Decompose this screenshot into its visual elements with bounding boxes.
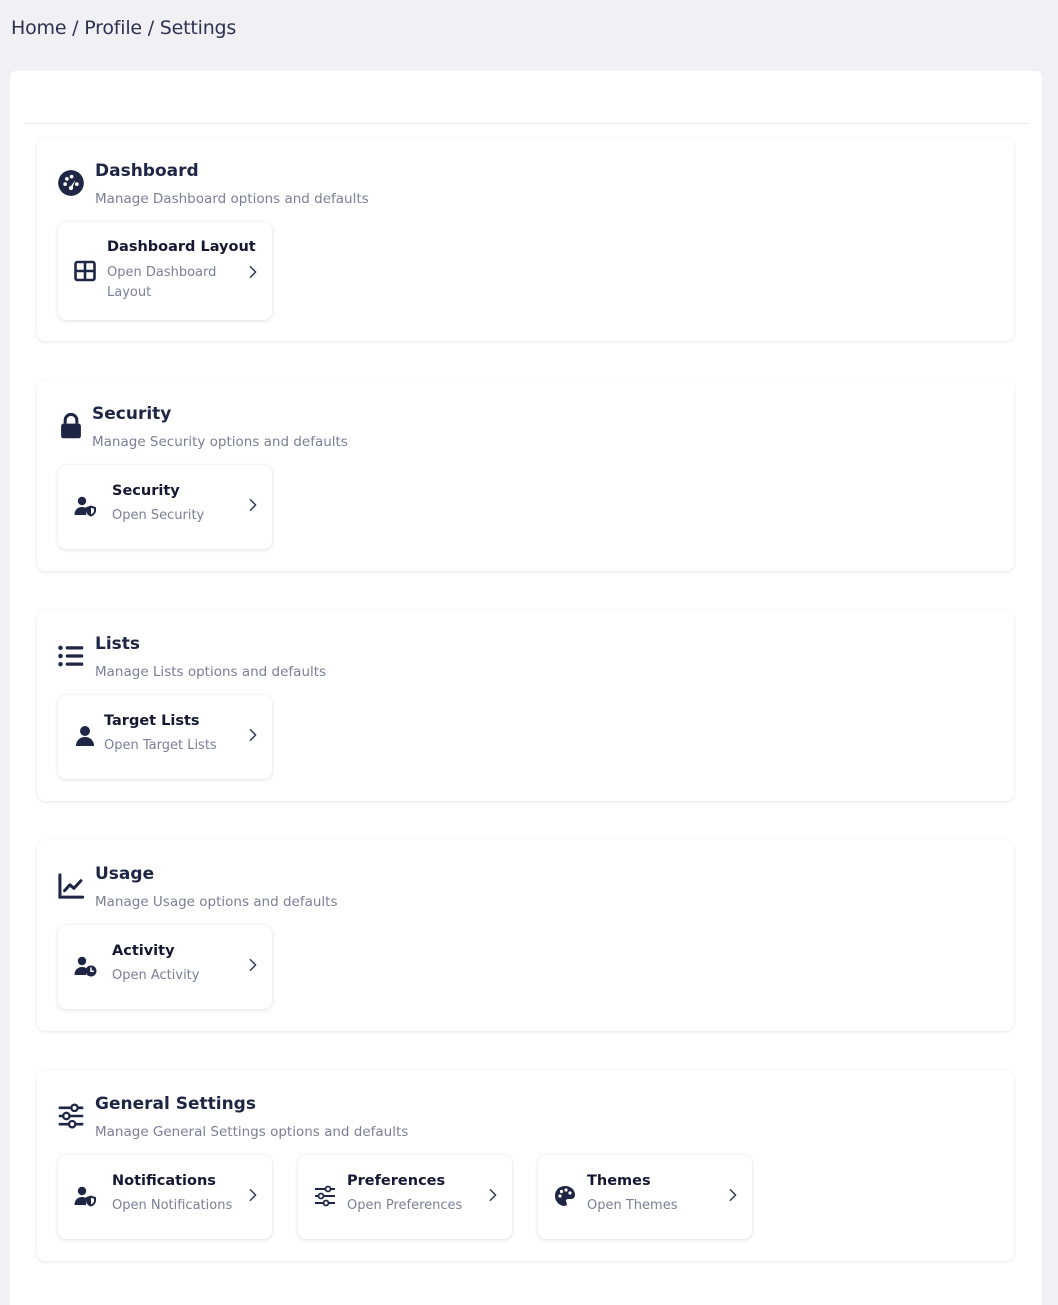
lock-icon bbox=[57, 412, 85, 440]
card-title: Themes bbox=[587, 1173, 651, 1189]
breadcrumb-separator: / bbox=[72, 17, 79, 39]
chevron-right-icon bbox=[246, 727, 260, 742]
section-title: Usage bbox=[95, 864, 155, 884]
card-subtitle: Open Preferences bbox=[347, 1198, 463, 1213]
section-title: Lists bbox=[95, 634, 141, 654]
card-subtitle: Open Themes bbox=[587, 1198, 678, 1213]
section-description: Manage General Settings options and defa… bbox=[95, 1124, 409, 1140]
card-security[interactable]: Security Open Security bbox=[58, 465, 272, 549]
card-title: Security bbox=[112, 483, 180, 499]
section-title: General Settings bbox=[95, 1094, 256, 1114]
card-subtitle: Open Dashboard Layout bbox=[107, 263, 216, 303]
user-shield-icon bbox=[72, 493, 98, 519]
card-activity[interactable]: Activity Open Activity bbox=[58, 925, 272, 1009]
card-title: Dashboard Layout bbox=[107, 239, 256, 255]
section-title: Dashboard bbox=[95, 161, 199, 181]
section-usage: Usage Manage Usage options and defaults … bbox=[37, 840, 1014, 1031]
user-shield-icon bbox=[72, 1183, 98, 1209]
chevron-right-icon bbox=[246, 1187, 260, 1202]
palette-icon bbox=[552, 1183, 578, 1209]
breadcrumb-separator: / bbox=[147, 17, 154, 39]
card-title: Target Lists bbox=[104, 713, 200, 729]
chevron-right-icon bbox=[246, 497, 260, 512]
list-icon bbox=[57, 642, 85, 670]
user-icon bbox=[72, 723, 98, 749]
settings-panel: Dashboard Manage Dashboard options and d… bbox=[10, 71, 1042, 1305]
chevron-right-icon bbox=[726, 1187, 740, 1202]
section-description: Manage Lists options and defaults bbox=[95, 664, 327, 680]
sliders-icon bbox=[312, 1183, 338, 1209]
breadcrumb: Home / Profile / Settings bbox=[11, 17, 236, 39]
chevron-right-icon bbox=[246, 264, 260, 279]
section-lists: Lists Manage Lists options and defaults … bbox=[37, 610, 1014, 801]
user-clock-icon bbox=[72, 953, 98, 979]
card-title: Activity bbox=[112, 943, 175, 959]
card-subtitle: Open Notifications bbox=[112, 1198, 233, 1213]
breadcrumb-profile[interactable]: Profile bbox=[84, 17, 142, 39]
card-dashboard-layout[interactable]: Dashboard Layout Open Dashboard Layout bbox=[58, 222, 272, 320]
breadcrumb-settings: Settings bbox=[159, 17, 237, 39]
chevron-right-icon bbox=[246, 957, 260, 972]
section-description: Manage Usage options and defaults bbox=[95, 894, 338, 910]
section-general-settings: General Settings Manage General Settings… bbox=[37, 1070, 1014, 1261]
card-subtitle: Open Target Lists bbox=[104, 738, 217, 753]
card-subtitle-line: Open Dashboard bbox=[107, 265, 217, 280]
section-description: Manage Dashboard options and defaults bbox=[95, 191, 369, 207]
chevron-right-icon bbox=[486, 1187, 500, 1202]
card-title: Notifications bbox=[112, 1173, 216, 1189]
section-description: Manage Security options and defaults bbox=[92, 434, 348, 450]
sliders-icon bbox=[57, 1102, 85, 1130]
card-subtitle: Open Security bbox=[112, 508, 205, 523]
card-themes[interactable]: Themes Open Themes bbox=[538, 1155, 752, 1239]
card-subtitle: Open Activity bbox=[112, 968, 200, 983]
card-target-lists[interactable]: Target Lists Open Target Lists bbox=[58, 695, 272, 779]
card-notifications[interactable]: Notifications Open Notifications bbox=[58, 1155, 272, 1239]
section-dashboard: Dashboard Manage Dashboard options and d… bbox=[37, 137, 1014, 341]
grid-layout-icon bbox=[72, 258, 98, 284]
card-preferences[interactable]: Preferences Open Preferences bbox=[298, 1155, 512, 1239]
section-security: Security Manage Security options and def… bbox=[37, 380, 1014, 571]
panel-divider bbox=[24, 123, 1028, 124]
card-subtitle-line: Layout bbox=[107, 285, 152, 300]
breadcrumb-home[interactable]: Home bbox=[11, 17, 67, 39]
card-title: Preferences bbox=[347, 1173, 446, 1189]
gauge-icon bbox=[57, 169, 85, 197]
line-chart-icon bbox=[57, 872, 85, 900]
section-title: Security bbox=[92, 404, 172, 424]
